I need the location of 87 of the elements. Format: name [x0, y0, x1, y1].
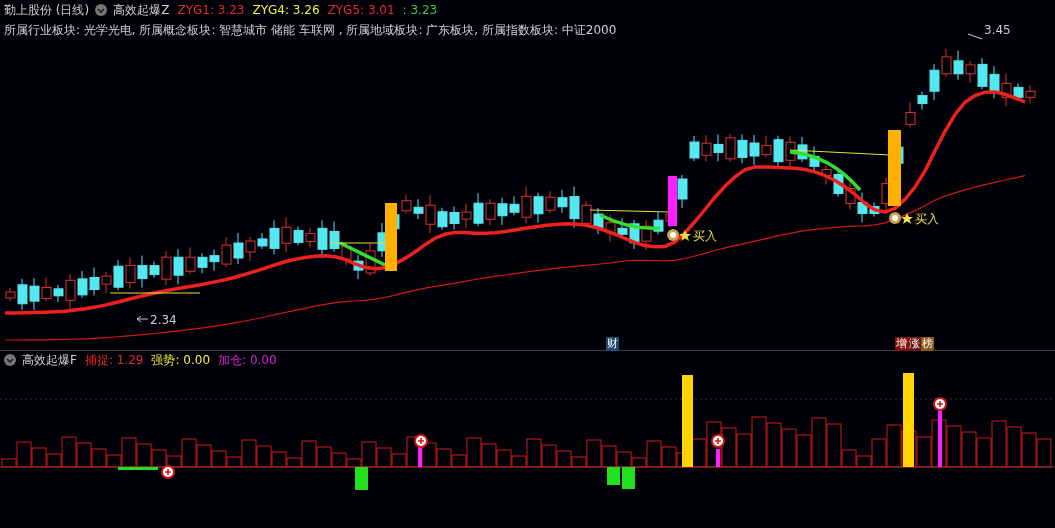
dropdown-icon[interactable]: [95, 4, 108, 16]
plus-circle-icon: [711, 434, 725, 448]
leader-line: [136, 315, 149, 323]
candlestick: [125, 257, 136, 289]
candlestick: [689, 135, 700, 162]
candlestick: [653, 211, 664, 235]
candlestick: [473, 192, 484, 227]
stock-title: 勤上股份 (日线): [4, 1, 90, 19]
candlestick: [221, 236, 232, 268]
high-price-label: 3.45: [984, 23, 1011, 37]
candlestick: [197, 252, 208, 274]
indicator-name: 高效起爆Z: [113, 1, 170, 19]
leader-line: [967, 33, 983, 40]
candlestick: [329, 221, 340, 252]
indicator-value: 强势: 0.00: [151, 351, 211, 369]
candlestick: [905, 101, 916, 128]
candlestick: [749, 134, 760, 166]
negative-bar: [118, 467, 158, 470]
indicator-name: 高效起爆F: [22, 351, 77, 369]
candlestick: [605, 214, 616, 243]
event-badge[interactable]: 榜: [921, 337, 934, 351]
negative-bar: [607, 467, 620, 485]
candlestick: [89, 267, 100, 296]
buy-signal-label: 买入: [693, 229, 717, 243]
trend-line: [339, 241, 386, 267]
event-badge[interactable]: 增: [895, 337, 908, 351]
candlestick: [773, 135, 784, 169]
indicator-value: 加仓: 0.00: [218, 351, 277, 369]
candlestick: [821, 165, 832, 186]
candlestick: [41, 277, 52, 302]
candlestick: [113, 259, 124, 291]
star-icon: [679, 230, 691, 241]
candlestick: [761, 135, 772, 159]
signal-bar: [385, 203, 397, 271]
star-icon: [901, 213, 913, 224]
candlestick: [77, 270, 88, 299]
candlestick: [713, 133, 724, 162]
dropdown-icon[interactable]: [4, 354, 16, 366]
negative-bar: [355, 467, 368, 490]
candlestick: [209, 249, 220, 272]
candlestick: [677, 174, 688, 209]
candlestick: [29, 277, 40, 311]
candlestick: [641, 219, 652, 251]
candlestick: [449, 206, 460, 230]
candlestick: [965, 60, 976, 84]
plus-circle-icon: [161, 465, 175, 479]
candlestick: [737, 133, 748, 164]
indicator-value: ZYG4: 3.26: [252, 3, 320, 17]
signal-bar: [716, 449, 720, 467]
candlestick: [497, 197, 508, 226]
candlestick: [953, 50, 964, 81]
news-badge[interactable]: 财: [606, 337, 619, 351]
candlestick: [989, 65, 1000, 99]
indicator-value: 捕捉: 1.29: [84, 351, 144, 369]
trend-line: [599, 213, 661, 230]
candlestick: [725, 133, 736, 163]
signal-bar: [668, 176, 677, 226]
candlestick: [701, 134, 712, 162]
indicator-value: : 3.23: [402, 3, 438, 17]
sector-info: 所属行业板块: 光学光电, 所属概念板块: 智慧城市 储能 车联网 , 所属地域板块: 广东板块, 所属指数板块: 中证2000: [4, 21, 617, 39]
candlestick: [533, 192, 544, 224]
indicator-value: ZYG5: 3.01: [327, 3, 395, 17]
candlestick: [173, 248, 184, 285]
candlestick: [797, 136, 808, 163]
candlestick: [353, 254, 364, 280]
candlestick: [185, 246, 196, 275]
candlestick: [461, 203, 472, 229]
candlestick: [545, 190, 556, 214]
negative-bar: [622, 467, 635, 489]
event-badge[interactable]: 涨: [908, 337, 921, 351]
candlestick: [941, 48, 952, 78]
candlestick: [977, 57, 988, 90]
candlestick: [233, 232, 244, 265]
candlestick: [365, 242, 376, 277]
plus-circle-icon: [414, 434, 428, 448]
plus-circle-icon: [933, 397, 947, 411]
buy-signal-label: 买入: [915, 212, 939, 226]
low-price-label: 2.34: [150, 313, 177, 327]
candlestick: [401, 194, 412, 215]
indicator-value: ZYG1: 3.23: [177, 3, 245, 17]
candlestick: [593, 207, 604, 235]
signal-bar: [938, 409, 942, 467]
candlestick: [485, 198, 496, 226]
candlestick: [101, 271, 112, 294]
candlestick: [1025, 84, 1036, 104]
candlestick: [845, 180, 856, 210]
candlestick: [809, 145, 820, 173]
